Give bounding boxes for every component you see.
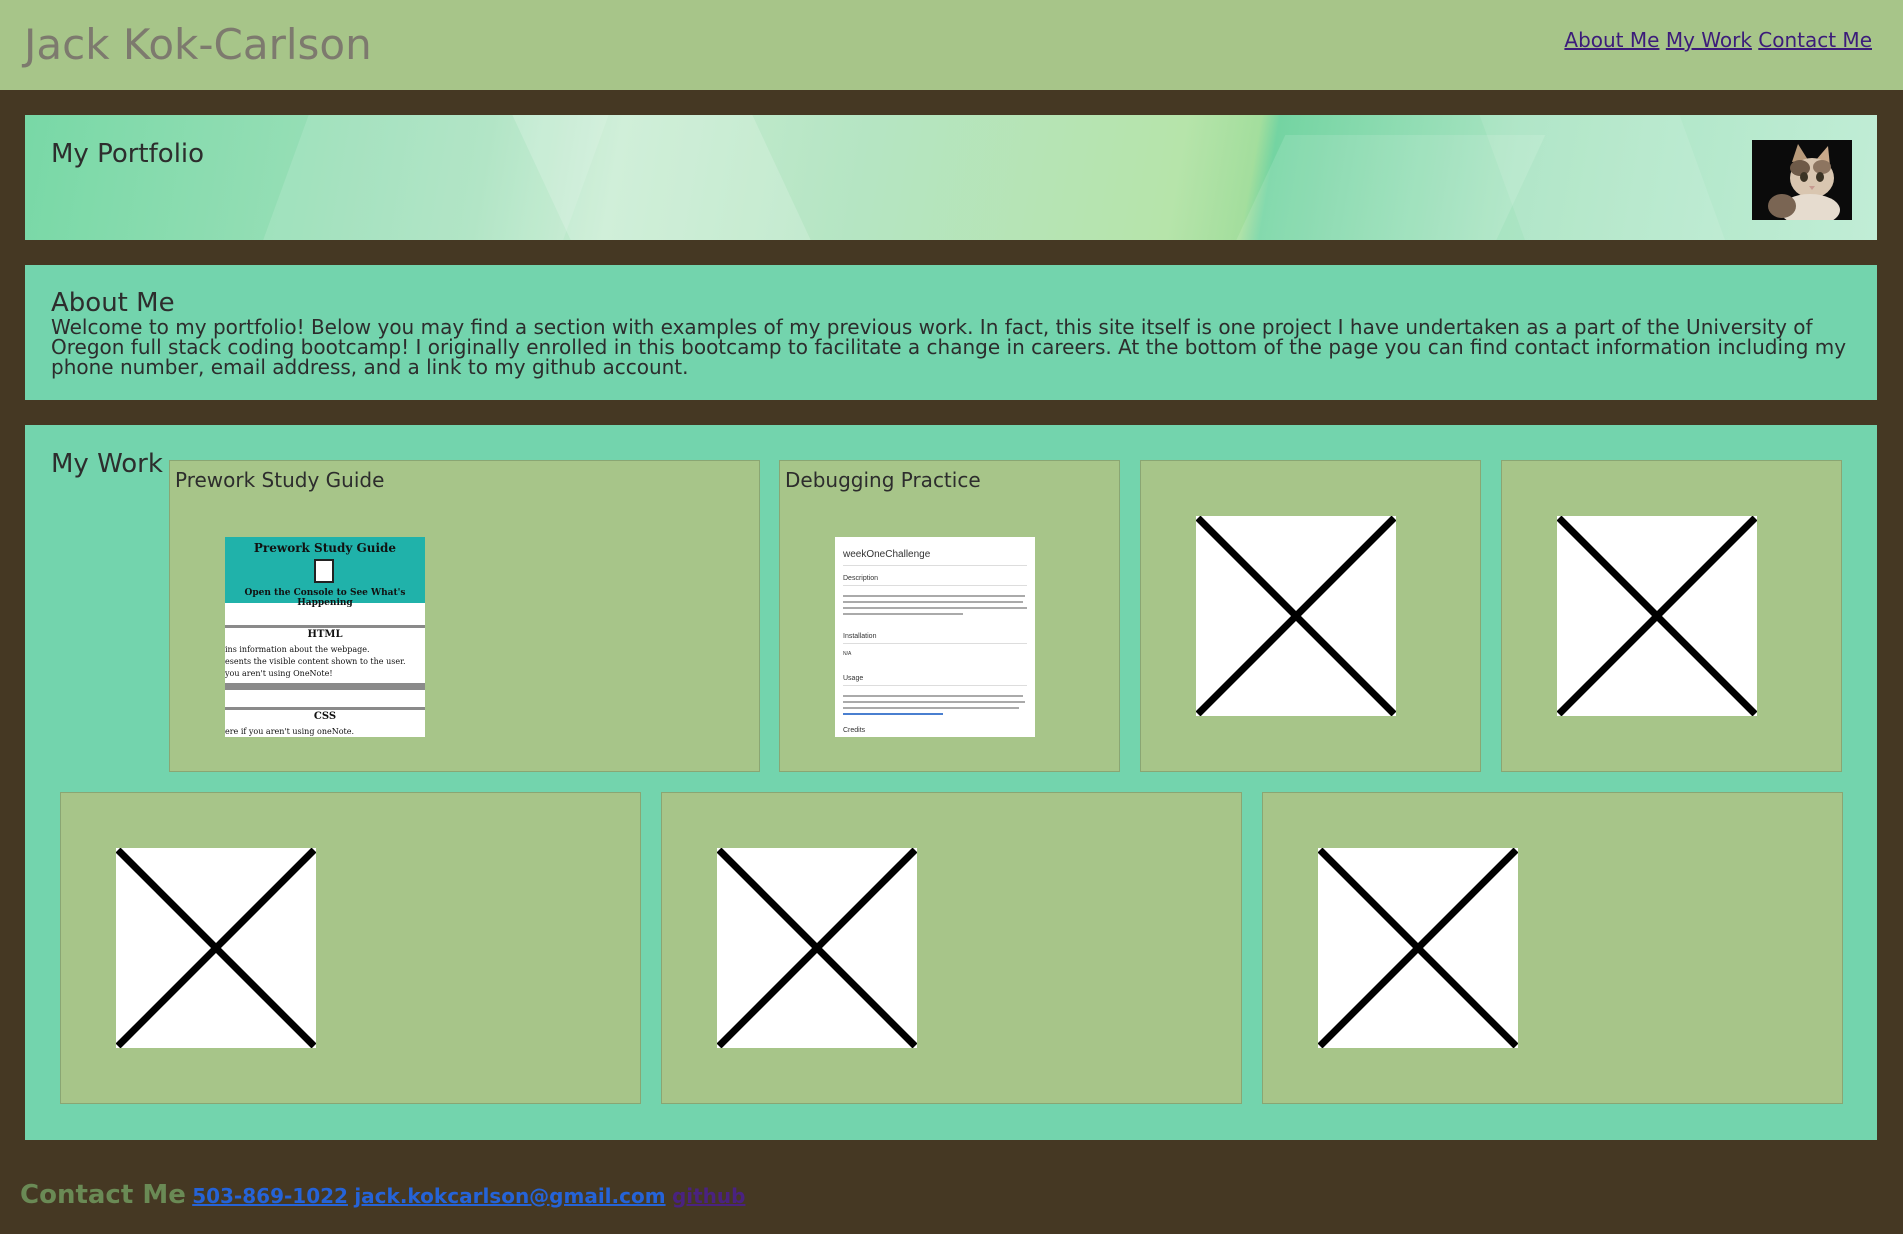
about-text: Welcome to my portfolio! Below you may f… <box>51 315 1847 379</box>
face-icon <box>314 559 334 583</box>
divider <box>225 625 425 628</box>
thumb-section-heading: Credits <box>843 727 866 734</box>
thumb-subheading: Open the Console to See What's Happening <box>244 588 406 608</box>
divider <box>843 585 1027 586</box>
project-thumbnail[interactable] <box>1557 516 1757 716</box>
text-link-line <box>843 713 943 715</box>
project-card[interactable] <box>1262 792 1843 1104</box>
thumb-section-heading: Installation <box>843 633 877 640</box>
project-title: Debugging Practice <box>785 468 981 492</box>
text-line <box>843 707 1019 709</box>
thumb-heading: weekOneChallenge <box>843 549 931 560</box>
project-card[interactable] <box>1140 460 1481 772</box>
project-thumbnail[interactable] <box>116 848 316 1048</box>
divider <box>843 643 1027 644</box>
cat-photo-icon <box>1752 140 1852 220</box>
thumb-line: ins information about the webpage. <box>225 645 370 654</box>
placeholder-image-icon <box>1557 516 1757 716</box>
project-card-prework[interactable]: Prework Study Guide Prework Study Guide … <box>169 460 760 772</box>
site-header: Jack Kok-Carlson About Me My Work Contac… <box>0 0 1903 90</box>
project-card[interactable] <box>1501 460 1842 772</box>
github-link[interactable]: github <box>672 1184 746 1208</box>
text-line <box>843 613 963 615</box>
thumb-section-heading: CSS <box>313 711 337 722</box>
portfolio-title: My Portfolio <box>51 139 205 169</box>
placeholder-image-icon <box>717 848 917 1048</box>
email-link[interactable]: jack.kokcarlson@gmail.com <box>354 1184 665 1208</box>
site-title: Jack Kok-Carlson <box>24 20 372 69</box>
about-section: About Me Welcome to my portfolio! Below … <box>25 265 1877 400</box>
thumb-section-heading: Usage <box>843 675 864 682</box>
nav-link-contact-me[interactable]: Contact Me <box>1758 28 1872 52</box>
thumb-section-heading: HTML <box>307 629 343 640</box>
nav-link-my-work[interactable]: My Work <box>1666 28 1752 52</box>
project-thumbnail[interactable] <box>717 848 917 1048</box>
project-thumbnail[interactable]: Prework Study Guide Open the Console to … <box>225 537 425 737</box>
banner-facet <box>1475 115 1735 240</box>
text-line <box>843 595 1025 597</box>
placeholder-image-icon <box>1196 516 1396 716</box>
project-card[interactable] <box>60 792 641 1104</box>
nav-link-about-me[interactable]: About Me <box>1564 28 1659 52</box>
divider <box>843 685 1027 686</box>
thumb-text: N/A <box>843 651 852 657</box>
portfolio-banner: My Portfolio <box>25 115 1877 240</box>
text-line <box>843 695 1023 697</box>
thumb-line: you aren't using OneNote! <box>225 669 333 678</box>
work-section: My Work Prework Study Guide Prework Stud… <box>25 425 1877 1140</box>
project-card-debugging[interactable]: Debugging Practice weekOneChallenge Desc… <box>779 460 1120 772</box>
text-line <box>843 601 1023 603</box>
project-thumbnail[interactable]: weekOneChallenge Description Installatio… <box>835 537 1035 737</box>
divider <box>843 565 1027 566</box>
thumb-section-heading: Description <box>843 575 879 582</box>
top-nav: About Me My Work Contact Me <box>1564 28 1872 52</box>
project-thumbnail[interactable] <box>1318 848 1518 1048</box>
thumb-line: ere if you aren't using oneNote. <box>225 727 355 736</box>
phone-link[interactable]: 503-869-1022 <box>192 1184 348 1208</box>
contact-footer: Contact Me 503-869-1022 jack.kokcarlson@… <box>20 1180 745 1210</box>
project-card[interactable] <box>661 792 1242 1104</box>
divider <box>225 683 425 690</box>
project-title: Prework Study Guide <box>175 468 385 492</box>
text-line <box>843 701 1025 703</box>
placeholder-image-icon <box>1318 848 1518 1048</box>
placeholder-image-icon <box>116 848 316 1048</box>
project-thumbnail[interactable] <box>1196 516 1396 716</box>
about-title: About Me <box>51 288 175 318</box>
work-title: My Work <box>51 449 163 479</box>
thumb-heading: Prework Study Guide <box>253 541 397 555</box>
thumb-line: esents the visible content shown to the … <box>225 657 406 666</box>
divider <box>225 707 425 710</box>
text-line <box>843 607 1027 609</box>
contact-title: Contact Me <box>20 1180 186 1210</box>
avatar <box>1752 140 1852 220</box>
